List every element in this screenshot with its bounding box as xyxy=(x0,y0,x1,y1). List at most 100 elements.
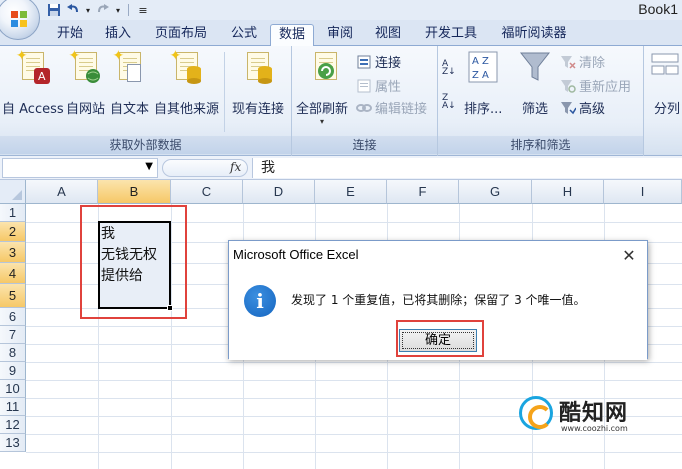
tab-developer[interactable]: 开发工具 xyxy=(418,24,484,46)
close-icon[interactable]: ✕ xyxy=(619,245,639,265)
connections-icon xyxy=(356,54,372,70)
link-icon xyxy=(356,100,372,116)
undo-dropdown-icon[interactable]: ▾ xyxy=(84,2,92,18)
from-web-button[interactable]: ✦ 自网站 xyxy=(66,48,105,117)
connections-button[interactable]: 连接 xyxy=(356,52,401,71)
row-header-12[interactable]: 12 xyxy=(0,416,26,434)
formula-bar: ▼ fx 我 xyxy=(0,156,682,180)
redo-dropdown-icon[interactable]: ▾ xyxy=(114,2,122,18)
tab-home[interactable]: 开始 xyxy=(50,24,90,46)
row-header-2[interactable]: 2 xyxy=(0,222,26,242)
clear-filter-button[interactable]: 清除 xyxy=(560,52,605,71)
redo-icon[interactable] xyxy=(95,2,111,18)
row-header-13[interactable]: 13 xyxy=(0,434,26,452)
sort-button[interactable]: A ZZ A 排序... xyxy=(464,50,502,117)
column-header-b[interactable]: B xyxy=(98,180,171,204)
advanced-filter-icon xyxy=(560,100,577,116)
from-text-button[interactable]: ✦ 自文本 xyxy=(110,48,149,117)
office-logo-icon xyxy=(11,11,27,27)
formula-input[interactable]: 我 xyxy=(252,158,682,178)
group-label-connections: 连接 xyxy=(292,136,437,154)
row-header-4[interactable]: 4 xyxy=(0,263,26,284)
customize-qat-icon[interactable]: ≡ xyxy=(135,2,151,18)
filter-button[interactable]: 筛选 xyxy=(518,50,552,117)
tab-insert[interactable]: 插入 xyxy=(98,24,138,46)
gridline xyxy=(26,362,682,363)
group-connections: 全部刷新 ▾ 连接 属性 编辑链接 连接 xyxy=(292,46,438,156)
reapply-button[interactable]: 重新应用 xyxy=(560,76,631,95)
row-header-9[interactable]: 9 xyxy=(0,362,26,380)
group-get-external-data: ✦ A 自 Access ✦ 自网站 ✦ 自文本 ✦ 自其他来源 现有连接 获取… xyxy=(0,46,292,156)
row-header-7[interactable]: 7 xyxy=(0,326,26,344)
name-box-dropdown-icon[interactable]: ▼ xyxy=(145,161,153,172)
document-title: Book1 xyxy=(638,1,678,17)
from-access-button[interactable]: ✦ A 自 Access xyxy=(2,48,64,117)
insert-function-icon[interactable]: fx xyxy=(230,160,241,174)
row-header-8[interactable]: 8 xyxy=(0,344,26,362)
advanced-filter-button[interactable]: 高级 xyxy=(560,98,605,117)
group-label-external-data: 获取外部数据 xyxy=(0,136,291,154)
title-bar: ▾ ▾ ≡ Book1 xyxy=(0,0,682,40)
row-header-11[interactable]: 11 xyxy=(0,398,26,416)
column-header-h[interactable]: H xyxy=(532,180,604,204)
quick-access-toolbar: ▾ ▾ ≡ xyxy=(46,1,151,19)
refresh-all-icon xyxy=(305,50,339,90)
ribbon-tab-bar: 开始 插入 页面布局 公式 数据 审阅 视图 开发工具 福昕阅读器 xyxy=(0,20,682,47)
refresh-dropdown-icon[interactable]: ▾ xyxy=(320,117,324,126)
from-other-sources-button[interactable]: ✦ 自其他来源 xyxy=(154,48,219,117)
watermark-name: 酷知网 xyxy=(559,401,629,426)
column-header-f[interactable]: F xyxy=(387,180,459,204)
tab-foxit-reader[interactable]: 福昕阅读器 xyxy=(494,24,574,46)
other-sources-icon: ✦ xyxy=(170,48,204,90)
properties-icon xyxy=(356,78,372,94)
reapply-icon xyxy=(560,78,576,94)
svg-text:Z A: Z A xyxy=(472,70,489,81)
highlight-box-ok xyxy=(396,320,484,357)
existing-connections-button[interactable]: 现有连接 xyxy=(232,50,284,117)
sort-ascending-icon: A Z↓ xyxy=(442,59,456,77)
tab-page-layout[interactable]: 页面布局 xyxy=(146,24,216,46)
dialog-title-bar[interactable]: Microsoft Office Excel ✕ xyxy=(229,241,647,271)
highlight-box-cells xyxy=(80,205,187,319)
name-box[interactable]: ▼ xyxy=(2,158,158,178)
tab-view[interactable]: 视图 xyxy=(368,24,408,46)
sort-descending-button[interactable]: Z A↓ xyxy=(442,93,458,111)
row-header-1[interactable]: 1 xyxy=(0,204,26,222)
select-all-corner[interactable] xyxy=(0,180,26,204)
group-data-tools: 分列 xyxy=(644,46,682,156)
coozhi-logo-icon xyxy=(519,396,553,430)
refresh-all-button[interactable]: 全部刷新 ▾ xyxy=(296,50,348,126)
column-header-c[interactable]: C xyxy=(171,180,243,204)
column-header-a[interactable]: A xyxy=(26,180,98,204)
gridline xyxy=(26,380,682,381)
existing-connections-icon xyxy=(241,50,275,90)
tab-data[interactable]: 数据 xyxy=(270,24,314,47)
sort-icon: A Z Z A xyxy=(466,50,500,90)
gridline xyxy=(26,452,682,453)
tab-review[interactable]: 审阅 xyxy=(320,24,360,46)
properties-button[interactable]: 属性 xyxy=(356,76,401,95)
group-separator xyxy=(224,52,225,132)
watermark: 酷知网 www.coozhi.com xyxy=(515,392,680,436)
column-header-i[interactable]: I xyxy=(604,180,682,204)
tab-formulas[interactable]: 公式 xyxy=(224,24,264,46)
column-header-e[interactable]: E xyxy=(315,180,387,204)
row-header-6[interactable]: 6 xyxy=(0,308,26,326)
column-header-g[interactable]: G xyxy=(459,180,532,204)
save-icon[interactable] xyxy=(46,2,62,18)
column-header-d[interactable]: D xyxy=(243,180,315,204)
access-icon: ✦ A xyxy=(16,48,50,90)
undo-icon[interactable] xyxy=(65,2,81,18)
svg-text:A: A xyxy=(38,70,46,83)
row-header-5[interactable]: 5 xyxy=(0,284,26,308)
edit-links-button[interactable]: 编辑链接 xyxy=(356,98,427,117)
sort-ascending-button[interactable]: A Z↓ xyxy=(442,59,458,77)
qat-separator xyxy=(128,4,129,16)
web-globe-icon: ✦ xyxy=(69,48,103,90)
row-header-10[interactable]: 10 xyxy=(0,380,26,398)
text-to-columns-button[interactable]: 分列 xyxy=(650,50,682,117)
sort-descending-icon: Z A↓ xyxy=(442,93,456,111)
text-file-icon: ✦ xyxy=(113,48,147,90)
row-header-3[interactable]: 3 xyxy=(0,242,26,263)
watermark-url: www.coozhi.com xyxy=(561,424,628,433)
